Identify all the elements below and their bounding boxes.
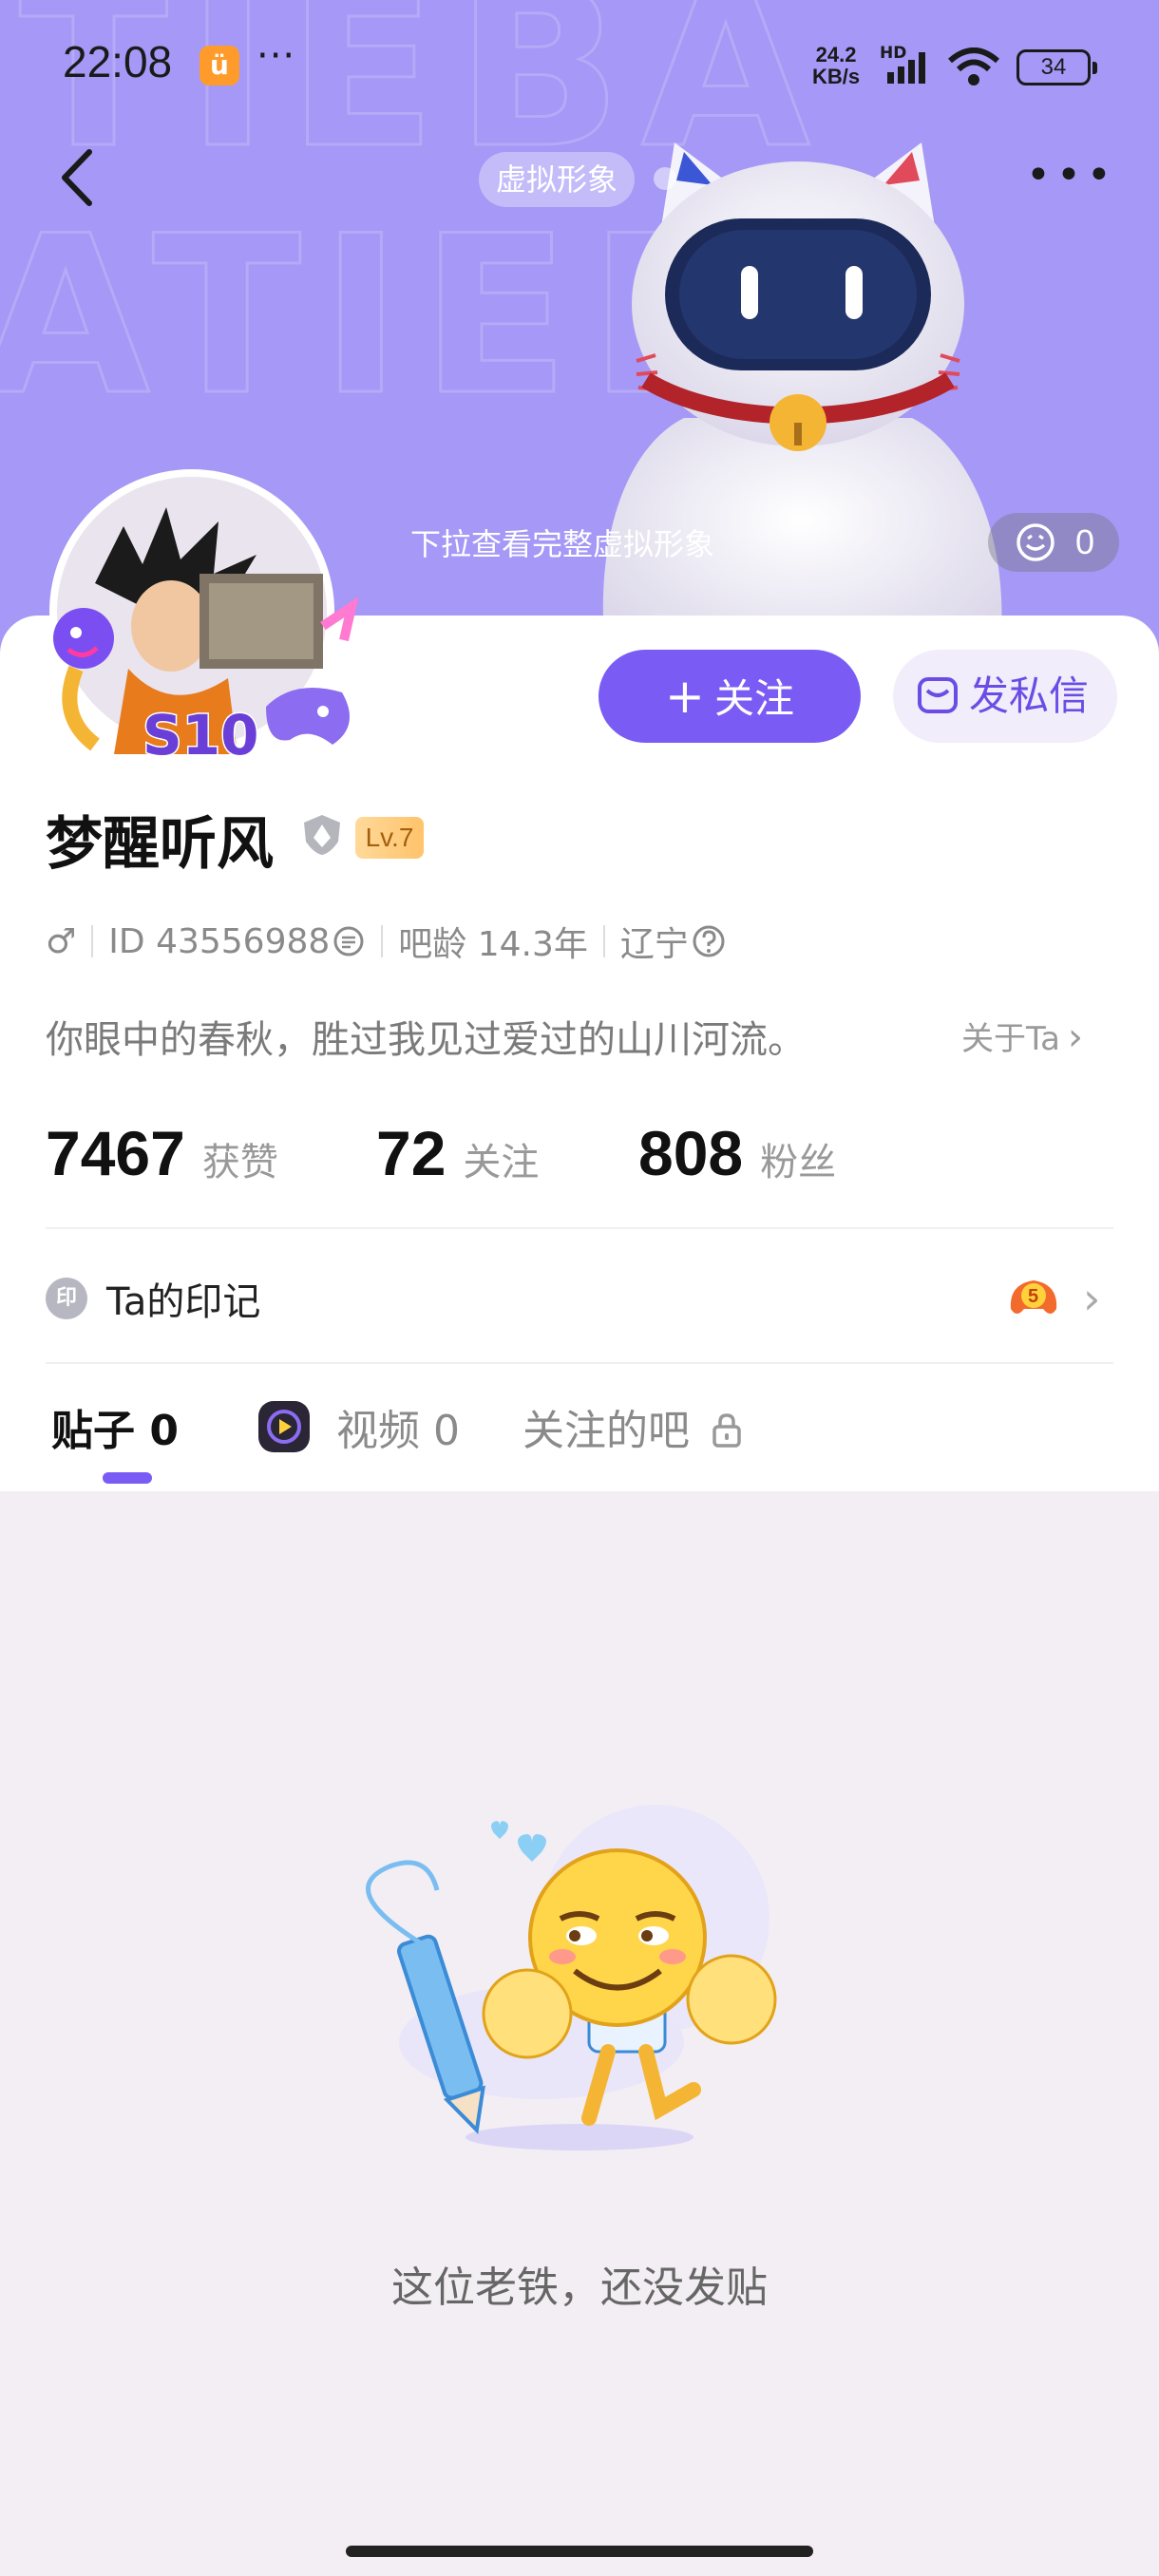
back-icon[interactable] <box>53 144 101 211</box>
battery-indicator: 34 <box>1016 49 1097 85</box>
avatar-tag-dot <box>654 167 676 190</box>
message-icon <box>918 676 958 713</box>
plus-icon: + <box>665 669 705 724</box>
about-label: 关于Ta <box>961 1020 1060 1058</box>
stat-value: 7467 <box>46 1118 185 1188</box>
user-bio: 你眼中的春秋，胜过我见过爱过的山川河流。 <box>46 1018 806 1062</box>
stat-value: 72 <box>376 1118 446 1188</box>
pull-down-hint: 下拉查看完整虚拟形象 <box>410 526 715 562</box>
message-label: 发私信 <box>969 672 1090 719</box>
video-icon <box>258 1401 310 1452</box>
chevron-right-icon[interactable]: › <box>1083 1273 1100 1324</box>
stat-label: 关注 <box>463 1141 540 1184</box>
copy-id-icon[interactable] <box>332 924 366 958</box>
status-more-icon: ··· <box>256 34 296 78</box>
empty-state-illustration <box>366 1805 777 2150</box>
empty-state-message: 这位老铁，还没发贴 <box>391 2263 768 2312</box>
status-time: 22:08 <box>63 37 173 86</box>
tab-label: 关注的吧 <box>522 1407 690 1455</box>
private-message-button[interactable]: 发私信 <box>893 650 1117 743</box>
more-options-icon[interactable]: ••• <box>1026 155 1117 197</box>
about-ta-link[interactable]: 关于Ta › <box>961 1013 1083 1059</box>
chevron-right-icon: › <box>1067 1015 1083 1059</box>
avatar-badge-text: S10 <box>142 703 259 767</box>
status-bar: 22:08 ü ··· 24.2 KB/s HD 34 <box>0 0 1159 133</box>
imprint-icon: 印 <box>46 1278 87 1319</box>
app-notification-icon: ü <box>200 46 239 85</box>
gender-icon: ♂ <box>46 921 77 961</box>
stat-following[interactable]: 72 关注 <box>376 1117 539 1189</box>
virtual-avatar-cat-image[interactable] <box>570 142 1026 665</box>
stat-likes[interactable]: 7467 获赞 <box>46 1117 278 1189</box>
medal-number: 5 <box>1028 1286 1038 1307</box>
user-avatar[interactable]: S10 <box>38 469 361 773</box>
imprint-label: Ta的印记 <box>106 1280 261 1324</box>
tab-count: 0 <box>433 1407 460 1455</box>
avatar-like-button[interactable]: 0 <box>988 513 1119 572</box>
net-speed: 24.2 KB/s <box>812 44 860 87</box>
tab-videos[interactable]: 视频 0 <box>256 1396 460 1458</box>
level-badge[interactable]: Lv.7 <box>355 817 424 859</box>
bar-age: 吧龄 14.3年 <box>398 925 588 964</box>
tab-followed-bars[interactable]: 关注的吧 <box>522 1396 743 1457</box>
tab-label: 贴子 <box>51 1407 135 1455</box>
signal-icon <box>887 52 925 84</box>
meta-divider <box>91 925 94 957</box>
divider <box>46 1227 1113 1229</box>
stat-label: 粉丝 <box>760 1141 837 1184</box>
user-id: ID 43556988 <box>108 921 331 961</box>
follow-label: 关注 <box>713 675 794 722</box>
home-indicator[interactable] <box>346 2546 813 2557</box>
stat-fans[interactable]: 808 粉丝 <box>638 1117 836 1189</box>
profile-meta: ♂ ID 43556988 吧龄 14.3年 辽宁 <box>46 918 727 965</box>
smile-icon <box>1016 523 1054 561</box>
stat-value: 808 <box>638 1118 744 1188</box>
lock-icon <box>712 1413 741 1448</box>
avatar-like-count: 0 <box>1075 522 1095 561</box>
help-icon[interactable] <box>691 923 727 959</box>
stat-label: 获赞 <box>201 1141 278 1184</box>
imprint-row[interactable]: 印 Ta的印记 <box>46 1273 260 1324</box>
tab-label: 视频 <box>336 1407 420 1455</box>
net-speed-unit: KB/s <box>812 65 861 88</box>
divider <box>46 1362 1113 1364</box>
tab-count: 0 <box>149 1407 179 1455</box>
crown-badge-icon[interactable] <box>300 813 344 857</box>
follow-button[interactable]: + 关注 <box>598 650 861 743</box>
wifi-icon <box>948 47 999 85</box>
active-tab-indicator <box>103 1472 152 1484</box>
tab-posts[interactable]: 贴子 0 <box>51 1396 179 1457</box>
meta-divider <box>381 925 384 957</box>
meta-divider <box>602 925 605 957</box>
net-speed-value: 24.2 <box>815 43 857 66</box>
region: 辽宁 <box>619 925 689 964</box>
gamer-medal-icon[interactable]: 5 <box>1005 1271 1062 1324</box>
username: 梦醒听风 <box>46 811 274 878</box>
virtual-avatar-tag[interactable]: 虚拟形象 <box>479 152 636 207</box>
